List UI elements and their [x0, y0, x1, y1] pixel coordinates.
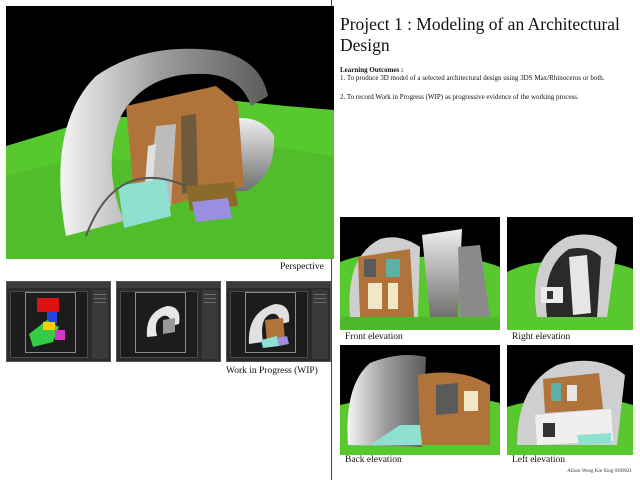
learning-outcome-2: 2. To record Work in Progress (WIP) as p…	[340, 93, 579, 101]
wip-caption: Work in Progress (WIP)	[226, 366, 318, 376]
learning-outcome-1: 1. To produce 3D model of a selected arc…	[340, 74, 605, 82]
wip-screenshot-1	[6, 281, 111, 362]
learning-outcomes-heading: Learning Outcomes :	[340, 66, 404, 74]
left-elevation-caption: Left elevation	[512, 455, 566, 465]
author-credit: Alison Wong Kie Xing 0309021	[567, 469, 632, 474]
front-elevation-render	[340, 217, 500, 330]
wip-screenshot-2	[116, 281, 221, 362]
right-elevation-render	[507, 217, 633, 330]
left-elevation-render	[507, 345, 633, 455]
back-elevation-render	[340, 345, 500, 455]
right-elevation-caption: Right elevation	[512, 332, 571, 342]
page-title: Project 1 : Modeling of an Architectural…	[340, 14, 620, 55]
front-elevation-caption: Front elevation	[345, 332, 403, 342]
perspective-caption: Perspective	[280, 262, 324, 272]
back-elevation-caption: Back elevation	[345, 455, 402, 465]
perspective-render	[6, 6, 334, 259]
wip-screenshot-3	[226, 281, 331, 362]
